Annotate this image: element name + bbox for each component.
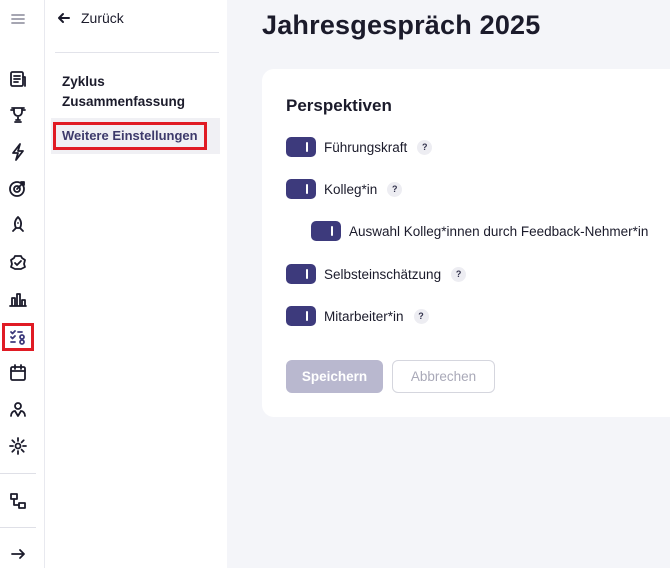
toggle-colleague-selection[interactable] (311, 221, 341, 241)
bolt-icon[interactable] (6, 140, 30, 164)
perspective-row-self: Selbsteinschätzung ? (286, 264, 467, 284)
toggle-colleague[interactable] (286, 179, 316, 199)
help-icon[interactable]: ? (451, 266, 467, 282)
perspective-label: Führungskraft (324, 139, 408, 155)
rocket-icon[interactable] (6, 213, 30, 237)
perspective-label: Selbsteinschätzung (324, 266, 442, 282)
perspectives-card: Perspektiven Führungskraft ? Kolleg*in ?… (262, 69, 670, 417)
perspective-label: Mitarbeiter*in (324, 308, 404, 324)
perspective-label: Auswahl Kolleg*innen durch Feedback-Nehm… (349, 223, 649, 239)
back-link[interactable]: Zurück (57, 10, 124, 26)
rail-divider (0, 473, 36, 474)
save-button[interactable]: Speichern (286, 360, 383, 393)
rail-divider (0, 527, 36, 528)
cancel-button[interactable]: Abbrechen (392, 360, 495, 393)
back-label: Zurück (81, 10, 124, 26)
perspective-label: Kolleg*in (324, 181, 378, 197)
help-icon[interactable]: ? (413, 308, 429, 324)
perspective-row-colleague-selection: Auswahl Kolleg*innen durch Feedback-Nehm… (311, 221, 648, 241)
expand-arrow-icon[interactable] (6, 542, 30, 566)
badge-check-icon[interactable] (6, 250, 30, 274)
target-icon[interactable] (6, 176, 30, 200)
arrow-left-icon (58, 13, 70, 23)
chart-icon[interactable] (6, 287, 30, 311)
toggle-self-assessment[interactable] (286, 264, 316, 284)
reports-icon[interactable] (6, 67, 30, 91)
perspective-row-manager: Führungskraft ? (286, 137, 433, 157)
org-chart-icon[interactable] (6, 489, 30, 513)
perspectives-title: Perspektiven (286, 96, 392, 115)
review-checklist-icon[interactable] (6, 325, 30, 349)
trophy-icon[interactable] (6, 103, 30, 127)
settings-subnav: Zurück Zyklus Zusammenfassung Weitere Ei… (45, 0, 227, 568)
icon-rail (0, 0, 45, 568)
calendar-icon[interactable] (6, 361, 30, 385)
help-icon[interactable]: ? (417, 139, 433, 155)
nav-item-further-settings[interactable]: Weitere Einstellungen (51, 118, 220, 154)
toggle-employee[interactable] (286, 306, 316, 326)
people-icon[interactable] (6, 397, 30, 421)
perspective-row-colleague: Kolleg*in ? (286, 179, 403, 199)
nav-item-cycle-summary[interactable]: Zyklus Zusammenfassung (62, 72, 212, 112)
help-icon[interactable]: ? (387, 181, 403, 197)
perspective-row-employee: Mitarbeiter*in ? (286, 306, 429, 326)
nav-item-further-settings-label: Weitere Einstellungen (53, 122, 207, 150)
subnav-divider (55, 52, 219, 53)
toggle-manager[interactable] (286, 137, 316, 157)
gear-icon[interactable] (6, 434, 30, 458)
menu-icon[interactable] (6, 7, 30, 31)
page-title: Jahresgespräch 2025 (262, 10, 541, 40)
